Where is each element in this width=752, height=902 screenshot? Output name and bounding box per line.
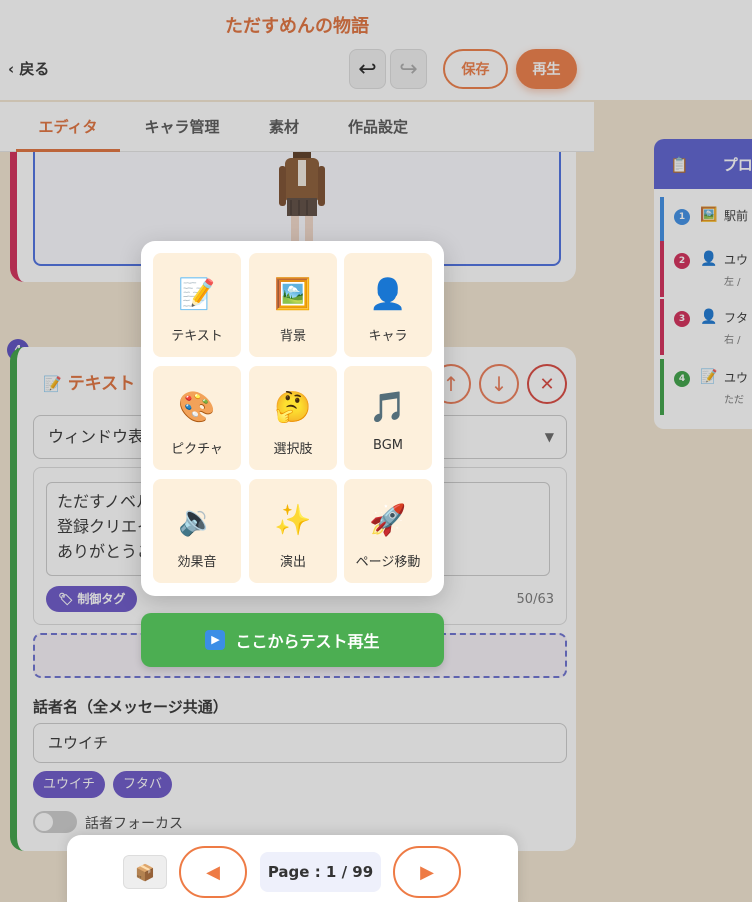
thinking-face-icon: 🤔	[274, 390, 312, 425]
previous-page-button[interactable]: ◀	[179, 846, 247, 898]
memo-icon: 📝	[178, 277, 216, 312]
add-sound-effect-button[interactable]: 🔉 効果音	[153, 479, 241, 583]
add-text-button[interactable]: 📝 テキスト	[153, 253, 241, 357]
add-choice-button[interactable]: 🤔 選択肢	[249, 366, 337, 470]
popup-item-label: 背景	[279, 329, 306, 344]
sparkles-icon: ✨	[274, 503, 312, 538]
page-indicator: Page : 1 / 99	[260, 852, 381, 892]
rocket-icon: 🚀	[369, 503, 407, 538]
popup-item-label: ピクチャ	[171, 442, 223, 457]
popup-item-label: キャラ	[368, 329, 408, 344]
popup-item-label: 効果音	[177, 555, 217, 570]
package-icon[interactable]: 📦	[123, 855, 167, 889]
play-icon: ▶	[205, 630, 226, 650]
page-navigation-bar: 📦 ◀ Page : 1 / 99 ▶	[67, 835, 518, 902]
palette-icon: 🎨	[178, 390, 216, 425]
add-bgm-button[interactable]: 🎵 BGM	[344, 366, 432, 470]
next-page-button[interactable]: ▶	[393, 846, 461, 898]
popup-item-label: BGM	[373, 438, 403, 453]
popup-item-label: テキスト	[171, 329, 223, 344]
speaker-icon: 🔉	[178, 503, 216, 538]
add-effect-button[interactable]: ✨ 演出	[249, 479, 337, 583]
popup-item-label: 演出	[279, 555, 306, 570]
test-play-label: ここからテスト再生	[235, 632, 380, 651]
add-page-jump-button[interactable]: 🚀 ページ移動	[344, 479, 432, 583]
picture-icon: 🖼️	[274, 277, 312, 312]
music-note-icon: 🎵	[369, 390, 407, 425]
add-picture-button[interactable]: 🎨 ピクチャ	[153, 366, 241, 470]
test-play-from-here-button[interactable]: ▶ ここからテスト再生	[141, 613, 444, 667]
popup-item-label: ページ移動	[355, 555, 421, 570]
add-character-button[interactable]: 👤 キャラ	[344, 253, 432, 357]
add-step-popup: 📝 テキスト 🖼️ 背景 👤 キャラ 🎨 ピクチャ 🤔 選択肢 🎵 BGM 🔉 …	[141, 241, 444, 596]
popup-item-label: 選択肢	[273, 442, 313, 457]
person-icon: 👤	[369, 277, 407, 312]
add-background-button[interactable]: 🖼️ 背景	[249, 253, 337, 357]
